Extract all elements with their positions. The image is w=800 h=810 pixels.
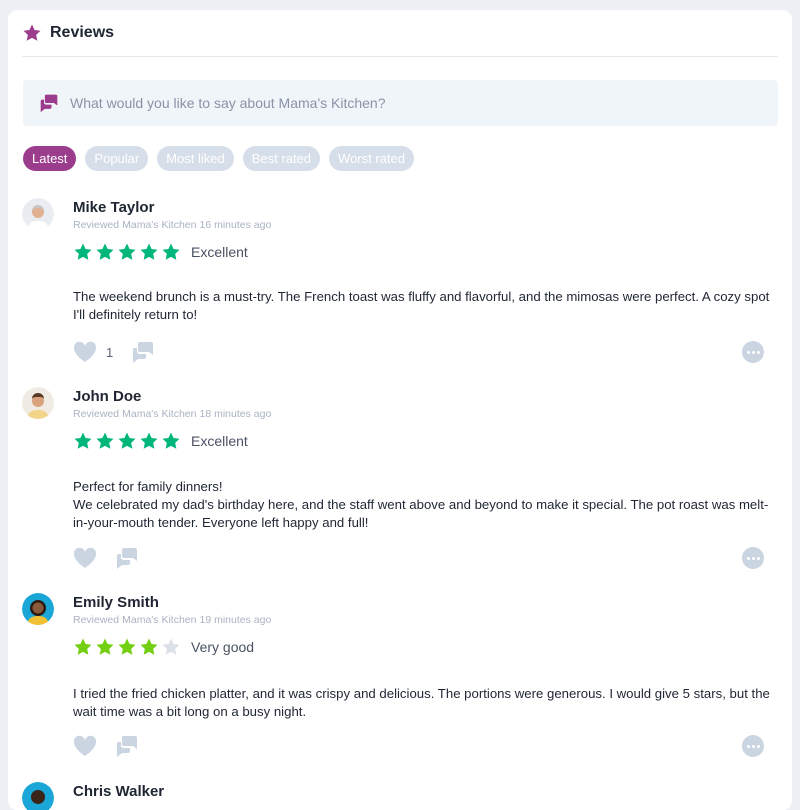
comment-icon[interactable] [115, 547, 139, 569]
star-filled-icon [95, 431, 115, 451]
tab-latest[interactable]: Latest [23, 146, 77, 171]
reviewed-prefix: Reviewed [73, 408, 120, 420]
rating-stars [73, 242, 181, 262]
reviewer-name[interactable]: Emily Smith [73, 594, 159, 611]
star-rating: Excellent [73, 431, 248, 451]
place-link[interactable]: Mama's Kitchen [122, 219, 196, 231]
review-actions [73, 547, 139, 569]
rating-label: Very good [191, 639, 255, 655]
star-filled-icon [95, 242, 115, 262]
review-actions [73, 735, 139, 757]
avatar[interactable] [22, 387, 54, 419]
reviewed-prefix: Reviewed [73, 219, 120, 231]
review-text: Perfect for family dinners! We celebrate… [73, 478, 781, 532]
heart-icon[interactable] [73, 547, 97, 569]
review-time: 16 minutes ago [199, 219, 272, 231]
heart-icon[interactable] [73, 341, 97, 363]
star-rating: Very good [73, 637, 254, 657]
review-item: Chris Walker [22, 782, 782, 810]
review-item: John Doe Reviewed Mama's Kitchen 18 minute… [22, 387, 782, 569]
star-empty-icon [161, 637, 181, 657]
star-filled-icon [117, 637, 137, 657]
tab-best-rated[interactable]: Best rated [242, 146, 321, 171]
review-meta: Reviewed Mama's Kitchen 16 minutes ago [73, 219, 274, 231]
review-meta: Reviewed Mama's Kitchen 18 minutes ago [73, 408, 274, 420]
tab-most-liked[interactable]: Most liked [157, 146, 234, 171]
star-filled-icon [117, 242, 137, 262]
review-meta: Reviewed Mama's Kitchen 19 minutes ago [73, 614, 274, 626]
star-filled-icon [139, 431, 159, 451]
review-text: The weekend brunch is a must-try. The Fr… [73, 288, 781, 324]
like-count: 1 [106, 344, 114, 360]
rating-stars [73, 637, 181, 657]
tab-worst-rated[interactable]: Worst rated [329, 146, 414, 171]
rating-label: Excellent [191, 433, 248, 449]
reviewed-prefix: Reviewed [73, 614, 120, 626]
star-icon [23, 24, 41, 41]
avatar[interactable] [22, 782, 54, 810]
reviews-header: Reviews [22, 10, 778, 57]
review-paragraph: We celebrated my dad's birthday here, an… [73, 497, 769, 530]
reviewer-name[interactable]: Mike Taylor [73, 199, 154, 216]
comment-icon[interactable] [115, 735, 139, 757]
more-options-button[interactable] [742, 341, 764, 363]
tab-popular[interactable]: Popular [85, 146, 149, 171]
review-paragraph: The weekend brunch is a must-try. The Fr… [73, 289, 770, 322]
review-actions: 1 [73, 341, 155, 363]
star-filled-icon [73, 637, 93, 657]
reviews-panel: Reviews Latest Popular Most liked Best r… [8, 10, 792, 810]
review-item: Mike Taylor Reviewed Mama's Kitchen 16 min… [22, 198, 782, 368]
heart-icon[interactable] [73, 735, 97, 757]
review-text: I tried the fried chicken platter, and i… [73, 685, 781, 721]
star-filled-icon [73, 431, 93, 451]
comment-icon[interactable] [131, 341, 155, 363]
place-link[interactable]: Mama's Kitchen [122, 614, 196, 626]
star-filled-icon [139, 242, 159, 262]
star-filled-icon [117, 431, 137, 451]
star-filled-icon [161, 242, 181, 262]
more-options-button[interactable] [742, 735, 764, 757]
star-filled-icon [139, 637, 159, 657]
review-input[interactable] [70, 95, 710, 111]
reviewer-name[interactable]: Chris Walker [73, 783, 164, 800]
sort-tabs: Latest Popular Most liked Best rated Wor… [23, 146, 414, 171]
review-paragraph: Perfect for family dinners! [73, 479, 223, 494]
review-paragraph: I tried the fried chicken platter, and i… [73, 686, 770, 719]
review-time: 19 minutes ago [199, 614, 272, 626]
reviewer-name[interactable]: John Doe [73, 388, 141, 405]
review-item: Emily Smith Reviewed Mama's Kitchen 19 min… [22, 593, 782, 763]
avatar[interactable] [22, 198, 54, 230]
rating-label: Excellent [191, 244, 248, 260]
review-time: 18 minutes ago [199, 408, 272, 420]
star-rating: Excellent [73, 242, 248, 262]
star-filled-icon [73, 242, 93, 262]
place-link[interactable]: Mama's Kitchen [122, 408, 196, 420]
review-composer[interactable] [23, 80, 778, 126]
more-options-button[interactable] [742, 547, 764, 569]
page-title: Reviews [50, 24, 115, 41]
avatar[interactable] [22, 593, 54, 625]
chat-bubbles-icon [40, 94, 58, 113]
star-filled-icon [161, 431, 181, 451]
star-filled-icon [95, 637, 115, 657]
rating-stars [73, 431, 181, 451]
